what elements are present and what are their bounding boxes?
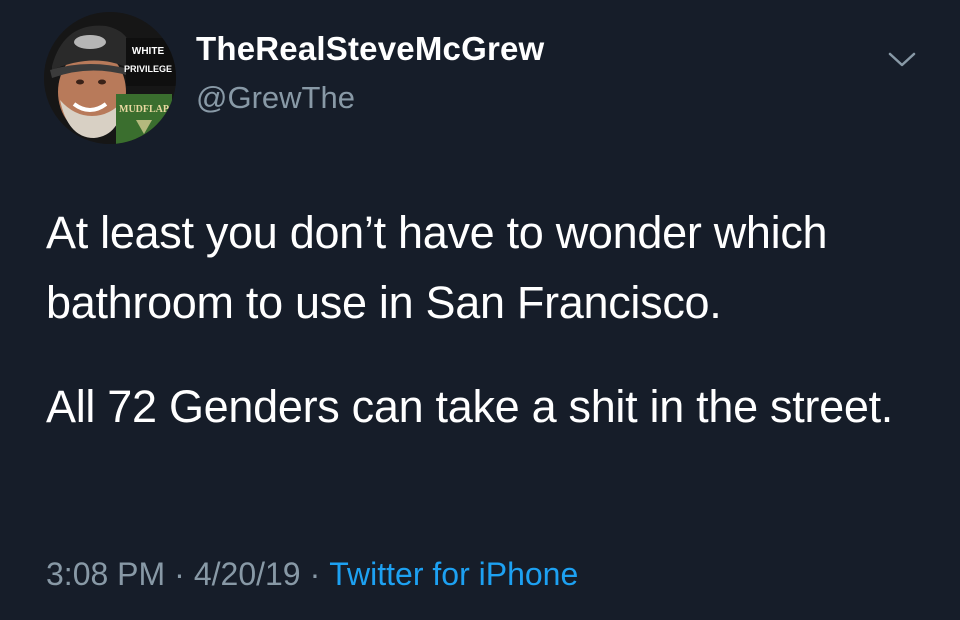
- tweet-meta: 3:08 PM · 4/20/19 · Twitter for iPhone: [46, 556, 578, 593]
- tweet-source-link[interactable]: Twitter for iPhone: [329, 556, 578, 592]
- tweet-date[interactable]: 4/20/19: [194, 556, 301, 592]
- user-handle[interactable]: @GrewThe: [196, 80, 355, 116]
- avatar[interactable]: WHITE PRIVILEGE MUDFLAP: [44, 12, 176, 144]
- tweet-time[interactable]: 3:08 PM: [46, 556, 165, 592]
- tweet-card: WHITE PRIVILEGE MUDFLAP TheRealSteveMcGr…: [0, 0, 960, 620]
- svg-text:MUDFLAP: MUDFLAP: [119, 104, 169, 115]
- tweet-text: At least you don’t have to wonder which …: [46, 198, 936, 442]
- tweet-paragraph: All 72 Genders can take a shit in the st…: [46, 381, 893, 432]
- display-name[interactable]: TheRealSteveMcGrew: [196, 30, 544, 68]
- chevron-down-icon[interactable]: [884, 46, 920, 72]
- svg-text:WHITE: WHITE: [132, 46, 165, 57]
- svg-text:PRIVILEGE: PRIVILEGE: [124, 64, 172, 74]
- avatar-image: WHITE PRIVILEGE MUDFLAP: [44, 12, 176, 144]
- meta-separator: ·: [309, 556, 321, 592]
- meta-separator: ·: [174, 556, 185, 592]
- tweet-paragraph: At least you don’t have to wonder which …: [46, 207, 828, 328]
